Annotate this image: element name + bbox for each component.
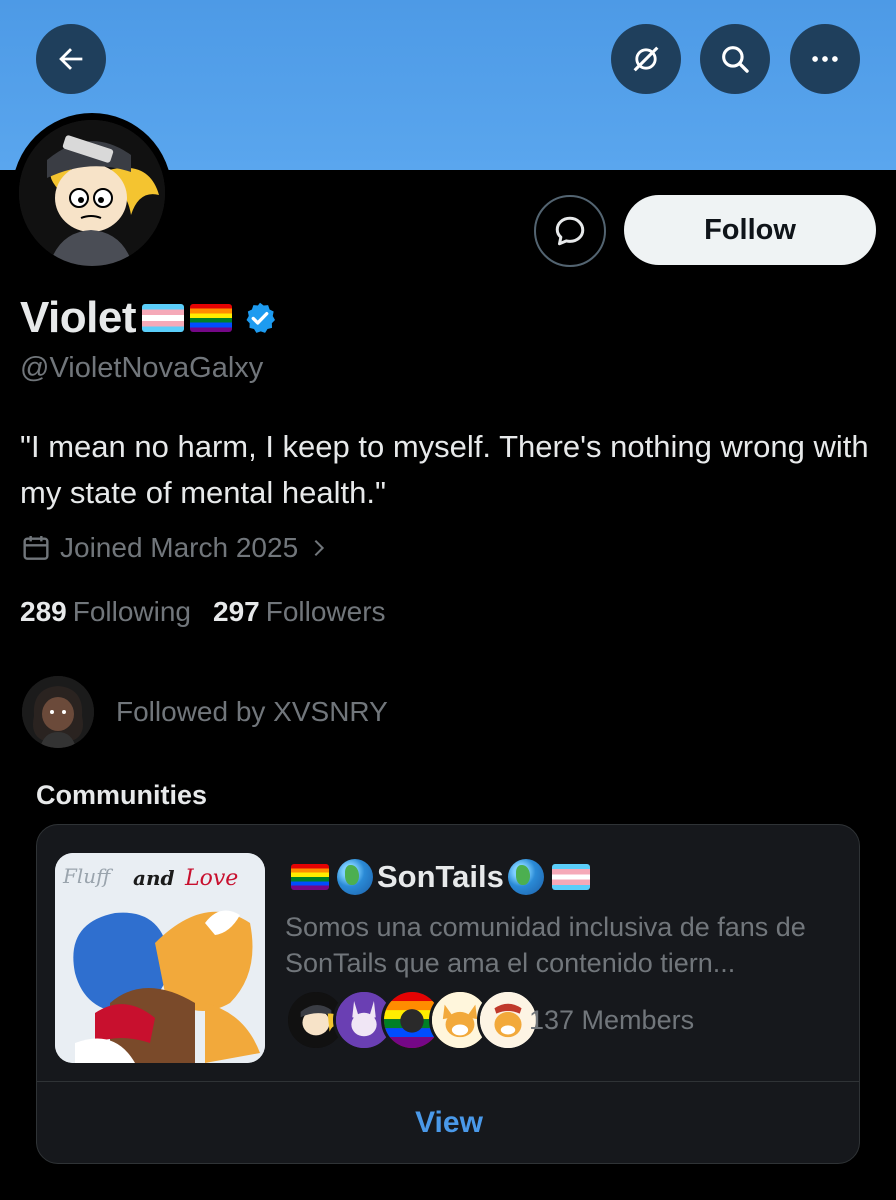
profile-bio: "I mean no harm, I keep to myself. There… <box>20 429 869 510</box>
followed-by-row[interactable]: Followed by XVSNRY <box>22 676 388 748</box>
followers-count: 297 <box>213 596 260 627</box>
globe-icon <box>507 859 544 895</box>
following-label: Following <box>72 596 191 627</box>
profile-name-row: Violet <box>20 290 278 346</box>
community-name: SonTails <box>377 859 504 894</box>
joined-date: Joined March 2025 <box>60 532 299 563</box>
members-count: 137 Members <box>529 1005 695 1035</box>
communities-heading: Communities <box>36 780 208 810</box>
profile-name: Violet <box>20 293 137 342</box>
community-title: SonTails <box>287 859 594 895</box>
grok-button[interactable] <box>611 24 681 94</box>
following-stat[interactable]: 289 Following <box>20 596 191 628</box>
verified-badge-icon[interactable] <box>242 300 278 336</box>
message-bubble-icon <box>555 216 585 246</box>
card-divider <box>37 1081 859 1082</box>
joined-date-row[interactable]: Joined March 2025 <box>20 532 338 564</box>
grok-slash-icon <box>633 46 659 72</box>
profile-avatar[interactable] <box>12 113 172 273</box>
followers-stat[interactable]: 297 Followers <box>213 596 386 628</box>
back-button[interactable] <box>36 24 106 94</box>
transgender-flag-icon <box>142 304 185 332</box>
followers-label: Followers <box>265 596 386 627</box>
rainbow-flag-icon <box>190 304 233 332</box>
thumbnail-caption-and: and <box>133 866 175 890</box>
globe-icon <box>337 859 373 895</box>
profile-handle: @VioletNovaGalxy <box>20 352 264 384</box>
rainbow-flag-icon <box>291 864 329 890</box>
followed-by-text: Followed by XVSNRY <box>116 696 388 727</box>
view-community-button[interactable]: View <box>37 1083 859 1163</box>
member-avatars <box>285 989 539 1051</box>
message-button[interactable] <box>534 195 606 267</box>
community-thumbnail: Fluff and Love <box>55 853 265 1063</box>
thumbnail-caption-fluff: Fluff <box>62 864 114 888</box>
thumbnail-caption-love: Love <box>184 866 238 891</box>
arrow-left-icon <box>59 48 83 70</box>
transgender-flag-icon <box>551 864 590 890</box>
search-icon <box>722 46 749 73</box>
follow-stats: 289 Following 297 Followers <box>20 596 386 628</box>
avatar-image <box>19 120 165 266</box>
more-button[interactable] <box>790 24 860 94</box>
community-description: Somos una comunidad inclusiva de fans de… <box>285 912 806 978</box>
chevron-right-icon <box>314 539 325 557</box>
follow-button[interactable]: Follow <box>624 195 876 265</box>
community-card[interactable]: Fluff and Love SonTails Somos una comuni… <box>36 824 860 1164</box>
more-horizontal-icon <box>812 56 838 62</box>
follower-avatar <box>22 676 94 748</box>
search-button[interactable] <box>700 24 770 94</box>
calendar-icon <box>23 536 49 560</box>
following-count: 289 <box>20 596 67 627</box>
